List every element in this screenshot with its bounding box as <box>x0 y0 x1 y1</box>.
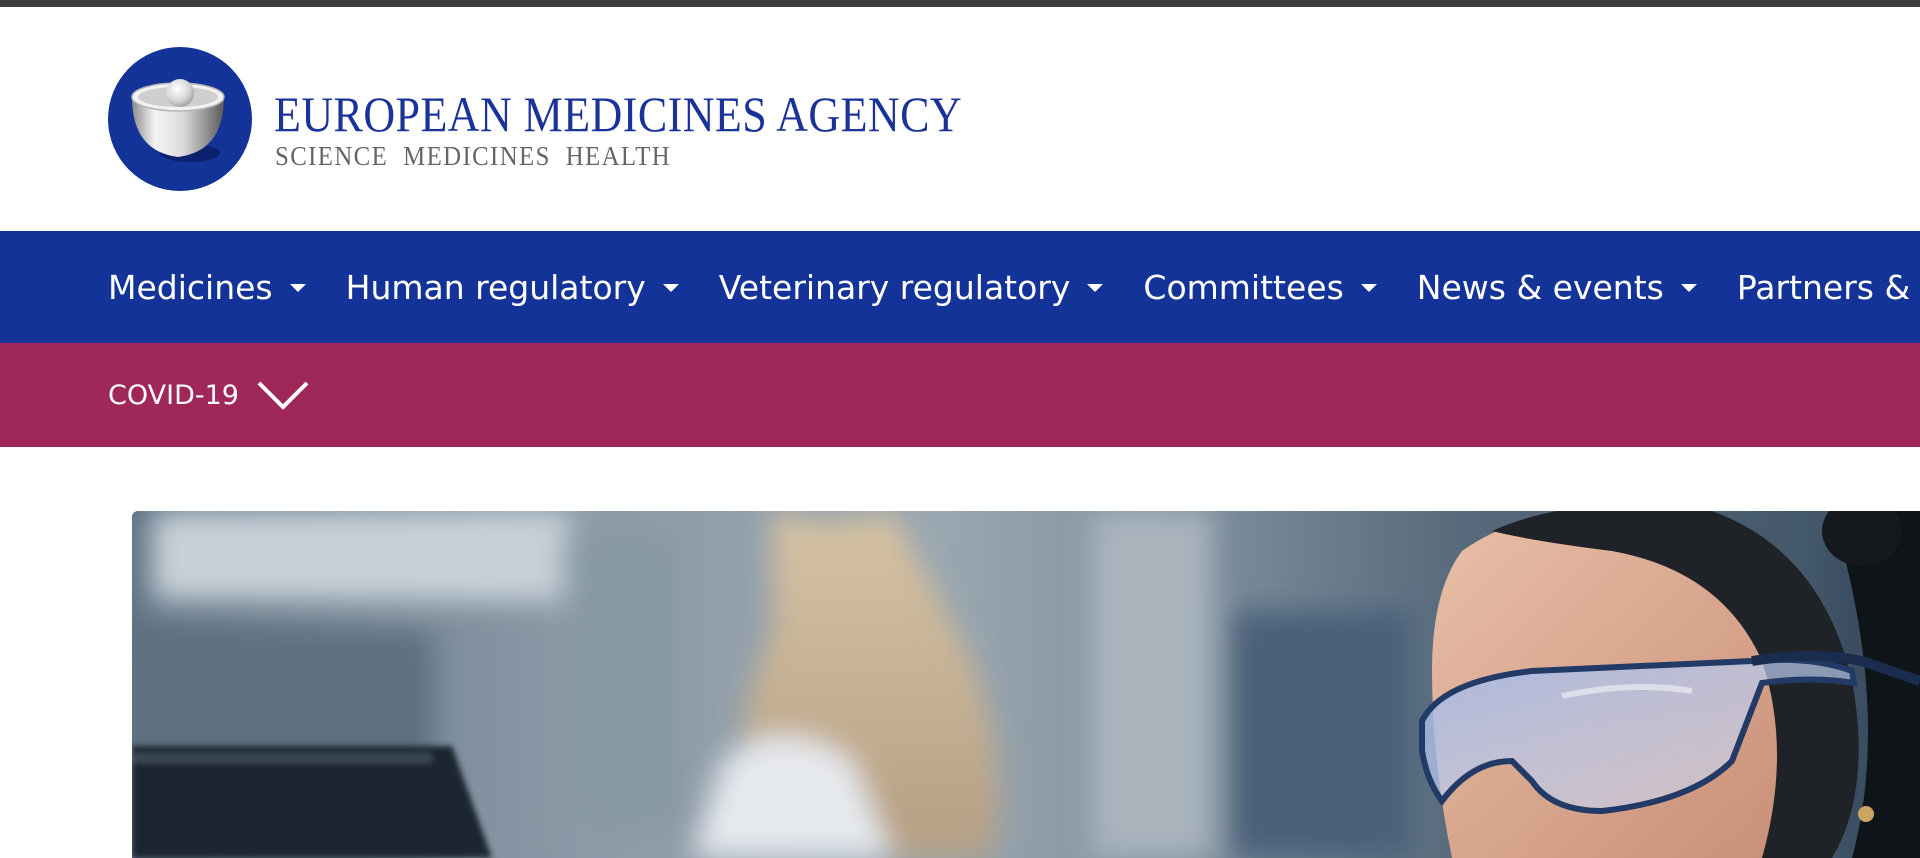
chevron-down-icon <box>257 381 309 410</box>
nav-item-label: News & events <box>1416 267 1664 307</box>
hero-photo-lab-scientist <box>132 511 1920 858</box>
nav-item-label: Partners & networks <box>1736 267 1920 307</box>
nav-item-medicines[interactable]: Medicines <box>108 271 306 304</box>
ema-bowl-emblem-icon <box>108 47 252 191</box>
site-header: EUROPEAN MEDICINES AGENCY SCIENCE MEDICI… <box>0 7 1920 231</box>
top-strip <box>0 0 1920 7</box>
nav-item-label: Medicines <box>108 267 273 307</box>
nav-item-human-regulatory[interactable]: Human regulatory <box>346 271 679 304</box>
nav-item-committees[interactable]: Committees <box>1143 267 1377 307</box>
nav-item-label: Committees <box>1143 267 1344 307</box>
caret-down-icon <box>1360 284 1377 292</box>
main-navigation: Medicines Human regulatory Veterinary re… <box>0 231 1920 343</box>
caret-down-icon <box>1680 284 1697 292</box>
nav-item-news-events[interactable]: News & events <box>1417 271 1697 304</box>
covid-banner: COVID-19 <box>0 343 1920 447</box>
caret-down-icon <box>662 284 679 292</box>
site-logo-link[interactable]: EUROPEAN MEDICINES AGENCY SCIENCE MEDICI… <box>108 47 1008 197</box>
nav-item-label: Human regulatory <box>345 267 646 307</box>
covid-label: COVID-19 <box>108 379 239 411</box>
nav-item-partners-networks[interactable]: Partners & networks <box>1737 271 1920 304</box>
logo-title: EUROPEAN MEDICINES AGENCY <box>274 86 963 142</box>
nav-item-veterinary-regulatory[interactable]: Veterinary regulatory <box>719 271 1104 304</box>
logo-tagline: SCIENCE MEDICINES HEALTH <box>275 141 672 171</box>
caret-down-icon <box>289 284 306 292</box>
covid-toggle-button[interactable]: COVID-19 <box>108 373 309 417</box>
hero-image <box>132 511 1920 858</box>
main-nav-list: Medicines Human regulatory Veterinary re… <box>0 231 1920 343</box>
nav-item-label: Veterinary regulatory <box>718 267 1071 307</box>
caret-down-icon <box>1087 284 1104 292</box>
